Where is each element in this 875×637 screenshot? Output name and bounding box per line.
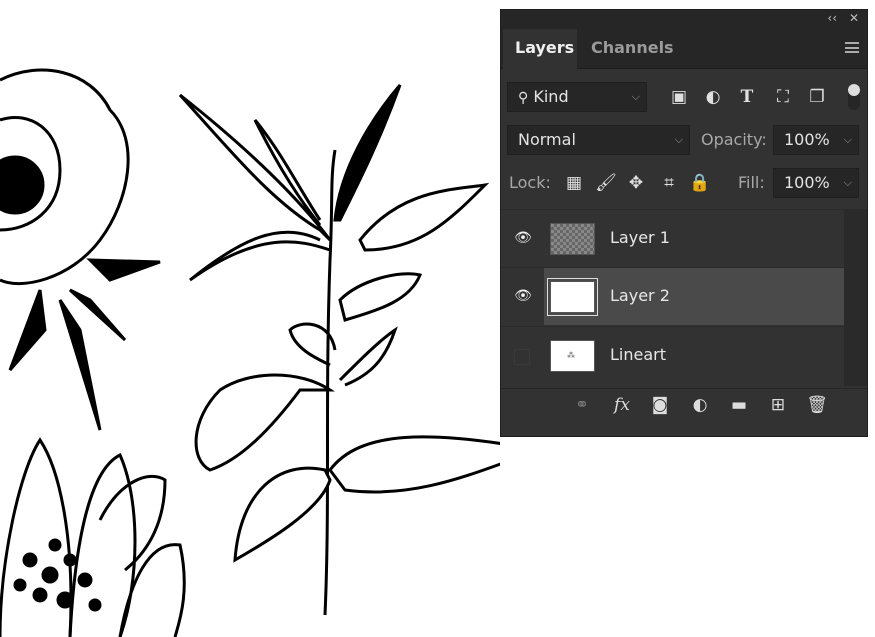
new-layer-icon[interactable]: ⊞ xyxy=(767,395,789,415)
layer-thumbnail: ⁂ xyxy=(550,340,595,372)
chevron-down-icon: ⌵ xyxy=(631,90,640,103)
panel-tabs: Layers Channels xyxy=(501,29,867,69)
type-layer-filter-icon[interactable]: T xyxy=(736,82,758,112)
panel-menu-icon[interactable] xyxy=(845,42,859,53)
layer-row-selected[interactable]: 👁 Layer 2 xyxy=(501,267,844,325)
floral-lineart-canvas xyxy=(0,68,500,637)
smart-object-filter-icon[interactable]: ❐ xyxy=(806,82,828,112)
layer-thumbnail xyxy=(550,223,595,255)
tab-channels[interactable]: Channels xyxy=(579,29,686,69)
new-group-folder-icon[interactable]: ▬ xyxy=(728,395,750,415)
pixel-layer-filter-icon[interactable]: ▣ xyxy=(668,82,690,112)
filter-row: ⚲ Kind ⌵ ▣ ◐ T ⛶ ❐ xyxy=(501,82,867,114)
layers-panel: ‹‹ ✕ Layers Channels ⚲ Kind ⌵ ▣ ◐ T ⛶ ❐ … xyxy=(500,9,868,437)
lock-label: Lock: xyxy=(509,173,551,192)
close-panel-button[interactable]: ✕ xyxy=(849,11,859,25)
search-icon: ⚲ xyxy=(518,90,529,106)
lock-row: Lock: ▦ 🖌 ✥ ⌗ 🔒 Fill: 100% ⌵ xyxy=(501,168,867,200)
chevron-down-icon: ⌵ xyxy=(674,133,683,146)
lock-position-move-icon[interactable]: ✥ xyxy=(625,168,647,198)
blend-mode-select[interactable]: Normal ⌵ xyxy=(507,125,690,155)
filter-kind-label: Kind xyxy=(533,87,569,106)
panel-title-bar[interactable]: ‹‹ ✕ xyxy=(501,10,867,29)
layer-name[interactable]: Layer 1 xyxy=(610,228,670,247)
blend-mode-value: Normal xyxy=(518,130,576,149)
lock-transparent-pixels-icon[interactable]: ▦ xyxy=(563,168,585,198)
rose-drawing xyxy=(0,68,161,431)
layer-name[interactable]: Lineart xyxy=(610,345,666,364)
opacity-value: 100% xyxy=(784,130,830,149)
flower-drawing-bottom xyxy=(0,437,186,637)
opacity-label: Opacity: xyxy=(701,130,767,149)
layer-thumbnail xyxy=(547,278,598,316)
link-layers-icon[interactable]: ⚭ xyxy=(571,395,593,415)
visibility-eye-icon[interactable]: 👁 xyxy=(513,288,533,306)
collapse-panel-button[interactable]: ‹‹ xyxy=(827,11,837,25)
visibility-toggle-hidden[interactable] xyxy=(514,349,530,365)
layer-name[interactable]: Layer 2 xyxy=(610,286,670,305)
filter-kind-select[interactable]: ⚲ Kind ⌵ xyxy=(507,82,647,112)
adjustment-layer-icon[interactable]: ◐ xyxy=(689,395,711,415)
filter-toggle-switch[interactable] xyxy=(848,84,860,110)
blend-row: Normal ⌵ Opacity: 100% ⌵ xyxy=(501,125,867,157)
fill-value: 100% xyxy=(784,173,830,192)
visibility-eye-icon[interactable]: 👁 xyxy=(513,230,533,248)
fill-input[interactable]: 100% ⌵ xyxy=(773,168,859,198)
opacity-dropdown-icon[interactable]: ⌵ xyxy=(844,126,852,154)
fill-dropdown-icon[interactable]: ⌵ xyxy=(844,169,852,197)
add-mask-icon[interactable]: ◙ xyxy=(649,395,671,415)
opacity-input[interactable]: 100% ⌵ xyxy=(773,125,859,155)
lily-drawing xyxy=(178,84,500,616)
layer-row[interactable]: ⁂ Lineart xyxy=(501,326,844,384)
layer-style-fx-button[interactable]: fx xyxy=(611,395,633,415)
delete-layer-trash-icon[interactable]: 🗑 xyxy=(806,395,828,415)
layer-row[interactable]: 👁 Layer 1 xyxy=(501,209,844,267)
lock-artboard-icon[interactable]: ⌗ xyxy=(658,168,680,198)
shape-layer-filter-icon[interactable]: ⛶ xyxy=(772,82,794,112)
lock-all-icon[interactable]: 🔒 xyxy=(689,168,711,198)
adjustment-layer-filter-icon[interactable]: ◐ xyxy=(702,82,724,112)
layers-scrollbar[interactable] xyxy=(844,209,867,386)
lock-image-pixels-brush-icon[interactable]: 🖌 xyxy=(595,168,617,198)
panel-bottom-toolbar: ⚭ fx ◙ ◐ ▬ ⊞ 🗑 xyxy=(501,388,867,426)
tab-layers[interactable]: Layers xyxy=(503,29,577,69)
fill-label: Fill: xyxy=(738,173,765,192)
